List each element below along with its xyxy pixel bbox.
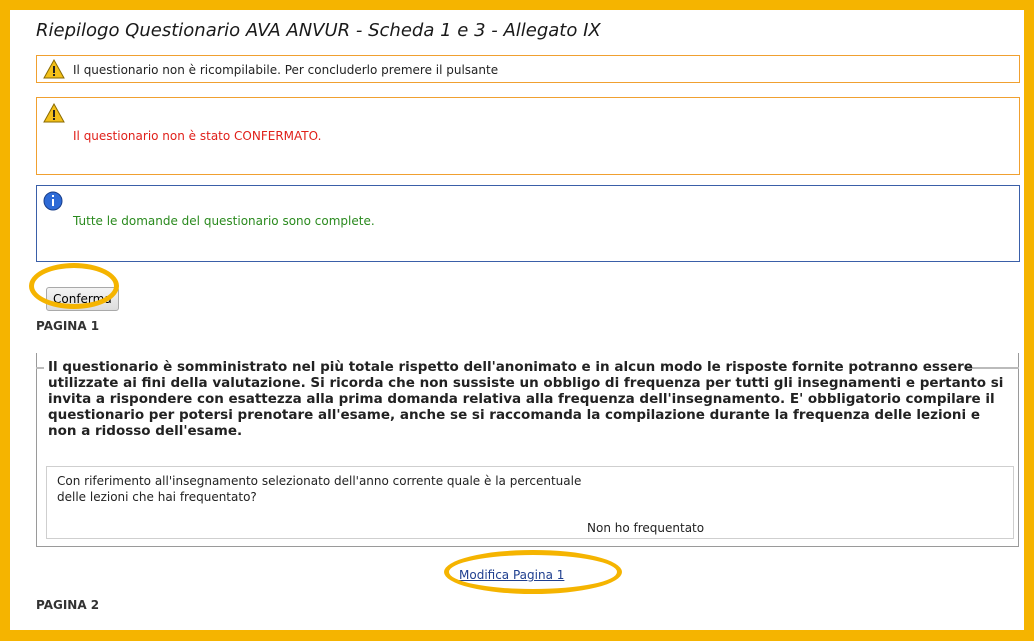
info-icon	[43, 191, 63, 211]
question-text: Con riferimento all'insegnamento selezio…	[57, 474, 582, 504]
question-block: Con riferimento all'insegnamento selezio…	[46, 466, 1014, 539]
info-text: Tutte le domande del questionario sono c…	[73, 214, 375, 228]
page-1-label: PAGINA 1	[36, 319, 100, 333]
warning-text: Il questionario non è ricompilabile. Per…	[73, 63, 499, 77]
edit-page-1-link[interactable]: Modifica Pagina 1	[459, 568, 564, 582]
not-confirmed-message-box: Il questionario non è stato CONFERMATO.	[36, 97, 1020, 175]
answer-value: Non ho frequentato	[587, 521, 705, 535]
questionnaire-page: Riepilogo Questionario AVA ANVUR - Sched…	[10, 10, 1024, 630]
page-title: Riepilogo Questionario AVA ANVUR - Sched…	[36, 20, 601, 41]
page-1-intro: Il questionario è somministrato nel più …	[48, 359, 1004, 439]
warning-icon	[43, 103, 65, 123]
warning-message-box: Il questionario non è ricompilabile. Per…	[36, 55, 1020, 83]
not-confirmed-text: Il questionario non è stato CONFERMATO.	[73, 129, 322, 143]
warning-icon	[43, 59, 65, 79]
page-2-label: PAGINA 2	[36, 598, 100, 612]
confirm-button[interactable]: Conferma	[46, 287, 119, 311]
info-message-box: Tutte le domande del questionario sono c…	[36, 185, 1020, 262]
